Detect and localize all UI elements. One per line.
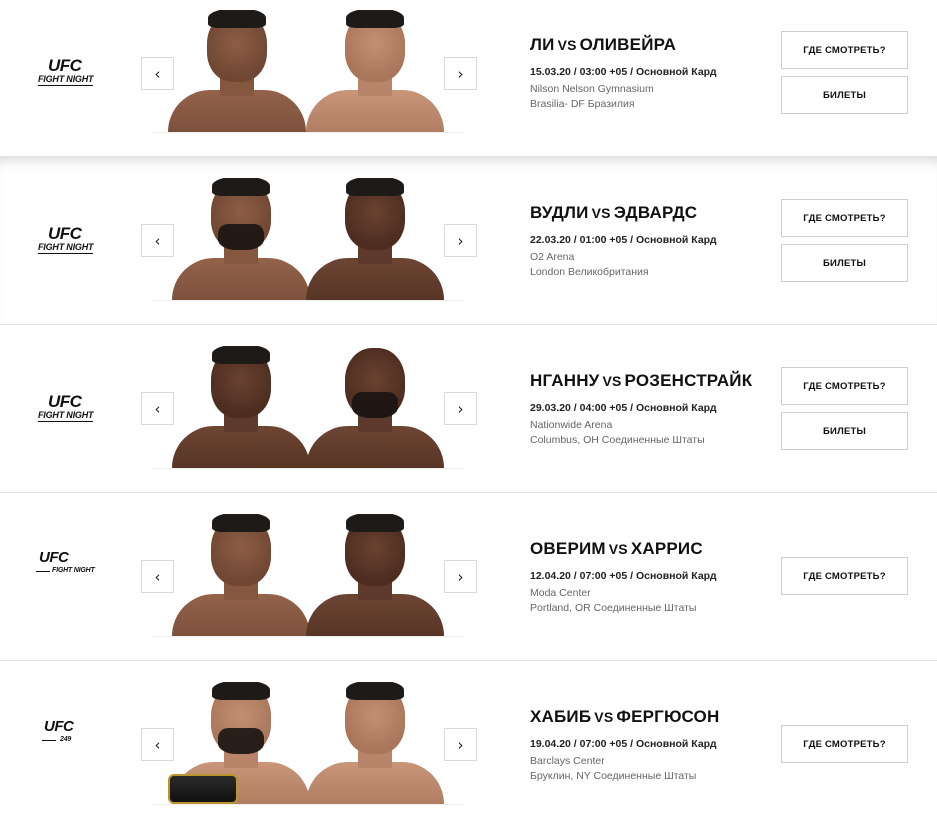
fighter-right-photo	[300, 178, 450, 300]
fighters-image	[152, 10, 464, 133]
next-fighter-button[interactable]: ›	[444, 560, 477, 593]
fighter1-name: ЛИ	[530, 35, 555, 54]
fighter-right-photo	[300, 346, 450, 468]
event-date: 12.04.20 / 07:00 +05 / Основной Кард	[530, 570, 717, 582]
logo-subtitle: FIGHT NIGHT	[38, 410, 94, 422]
fighter1-name: НГАННУ	[530, 371, 600, 390]
fighter1-name: ОВЕРИМ	[530, 539, 606, 558]
fighter2-name: ЭДВАРДС	[613, 203, 698, 222]
event-venue: Barclays Center	[530, 755, 605, 767]
chevron-right-icon: ›	[457, 64, 464, 83]
event-card: UFC FIGHT NIGHT ‹ › НГАННУ VS РОЗЕНСТРАЙК …	[0, 325, 937, 493]
event-date: 22.03.20 / 01:00 +05 / Основной Кард	[530, 234, 717, 246]
logo-brand: UFC	[48, 56, 82, 75]
ufc-249-logo: UFC 249	[36, 718, 98, 758]
fighter-left-photo	[166, 682, 316, 804]
chevron-right-icon: ›	[457, 399, 464, 418]
event-title[interactable]: НГАННУ VS РОЗЕНСТРАЙК	[530, 371, 752, 391]
logo-subtitle: FIGHT NIGHT	[38, 242, 94, 254]
event-venue: Nationwide Arena	[530, 419, 613, 431]
vs-label: VS	[608, 541, 628, 557]
ufc-fight-night-logo: UFC FIGHT NIGHT	[36, 392, 98, 432]
logo-brand: UFC	[39, 549, 69, 566]
chevron-right-icon: ›	[457, 735, 464, 754]
next-fighter-button[interactable]: ›	[444, 57, 477, 90]
next-fighter-button[interactable]: ›	[444, 728, 477, 761]
tickets-button[interactable]: БИЛЕТЫ	[781, 76, 908, 114]
fighters-image	[152, 682, 464, 805]
event-card: UFC FIGHT NIGHT ‹ › ЛИ VS ОЛИВЕЙРА 15.03.2…	[0, 0, 937, 157]
fighter-right-photo	[300, 10, 450, 132]
logo-divider	[42, 740, 56, 741]
event-venue: Moda Center	[530, 587, 591, 599]
chevron-right-icon: ›	[457, 231, 464, 250]
fighter-left-photo	[166, 346, 316, 468]
logo-brand: UFC	[48, 224, 82, 243]
fighter-left-photo	[166, 514, 316, 636]
event-city: Бруклин, NY Соединенные Штаты	[530, 770, 697, 782]
fighter2-name: ФЕРГЮСОН	[616, 707, 720, 726]
where-to-watch-button[interactable]: ГДЕ СМОТРЕТЬ?	[781, 199, 908, 237]
event-title[interactable]: ОВЕРИМ VS ХАРРИС	[530, 539, 703, 559]
event-date: 15.03.20 / 03:00 +05 / Основной Кард	[530, 66, 717, 78]
logo-divider	[36, 571, 50, 572]
where-to-watch-button[interactable]: ГДЕ СМОТРЕТЬ?	[781, 557, 908, 595]
event-card: UFC 249 ‹ › ХАБИБ VS ФЕРГЮСОН 19.04.20 / 0…	[0, 661, 937, 828]
next-fighter-button[interactable]: ›	[444, 224, 477, 257]
logo-brand: UFC	[44, 718, 74, 735]
fighter2-name: ХАРРИС	[630, 539, 703, 558]
event-city: Columbus, OH Соединенные Штаты	[530, 434, 705, 446]
event-date: 29.03.20 / 04:00 +05 / Основной Кард	[530, 402, 717, 414]
event-title[interactable]: ЛИ VS ОЛИВЕЙРА	[530, 35, 676, 55]
ufc-fight-night-logo: UFC FIGHT NIGHT	[36, 224, 98, 264]
vs-label: VS	[594, 709, 614, 725]
tickets-button[interactable]: БИЛЕТЫ	[781, 412, 908, 450]
fighter1-name: ХАБИБ	[530, 707, 592, 726]
event-title[interactable]: ВУДЛИ VS ЭДВАРДС	[530, 203, 697, 223]
fighter-left-photo	[162, 10, 312, 132]
fighter-right-photo	[300, 514, 450, 636]
event-city: Portland, OR Соединенные Штаты	[530, 602, 697, 614]
logo-subtitle: FIGHT NIGHT	[38, 74, 94, 86]
fighter-right-photo	[300, 682, 450, 804]
ufc-fight-night-logo: UFC FIGHT NIGHT	[36, 549, 98, 589]
vs-label: VS	[602, 373, 622, 389]
logo-subtitle: FIGHT NIGHT	[52, 567, 95, 574]
championship-belt	[168, 774, 238, 804]
event-date: 19.04.20 / 07:00 +05 / Основной Кард	[530, 738, 717, 750]
logo-brand: UFC	[48, 392, 82, 411]
event-city: London Великобритания	[530, 266, 649, 278]
events-list: UFC FIGHT NIGHT ‹ › ЛИ VS ОЛИВЕЙРА 15.03.2…	[0, 0, 937, 828]
event-title[interactable]: ХАБИБ VS ФЕРГЮСОН	[530, 707, 719, 727]
event-card: UFC FIGHT NIGHT ‹ › ОВЕРИМ VS ХАРРИС 12.04…	[0, 493, 937, 661]
event-card: UFC FIGHT NIGHT ‹ › ВУДЛИ VS ЭДВАРДС 22.03…	[0, 157, 937, 325]
where-to-watch-button[interactable]: ГДЕ СМОТРЕТЬ?	[781, 367, 908, 405]
tickets-button[interactable]: БИЛЕТЫ	[781, 244, 908, 282]
event-venue: Nilson Nelson Gymnasium	[530, 83, 654, 95]
vs-label: VS	[591, 205, 611, 221]
where-to-watch-button[interactable]: ГДЕ СМОТРЕТЬ?	[781, 31, 908, 69]
logo-subtitle: 249	[60, 736, 72, 743]
fighters-image	[152, 178, 464, 301]
chevron-right-icon: ›	[457, 567, 464, 586]
ufc-fight-night-logo: UFC FIGHT NIGHT	[36, 56, 98, 96]
fighters-image	[152, 346, 464, 469]
fighter2-name: РОЗЕНСТРАЙК	[624, 371, 753, 390]
vs-label: VS	[557, 37, 577, 53]
fighter2-name: ОЛИВЕЙРА	[579, 35, 677, 54]
where-to-watch-button[interactable]: ГДЕ СМОТРЕТЬ?	[781, 725, 908, 763]
event-city: Brasilia- DF Бразилия	[530, 98, 635, 110]
next-fighter-button[interactable]: ›	[444, 392, 477, 425]
fighter1-name: ВУДЛИ	[530, 203, 589, 222]
event-venue: O2 Arena	[530, 251, 575, 263]
fighter-left-photo	[166, 178, 316, 300]
fighters-image	[152, 514, 464, 637]
